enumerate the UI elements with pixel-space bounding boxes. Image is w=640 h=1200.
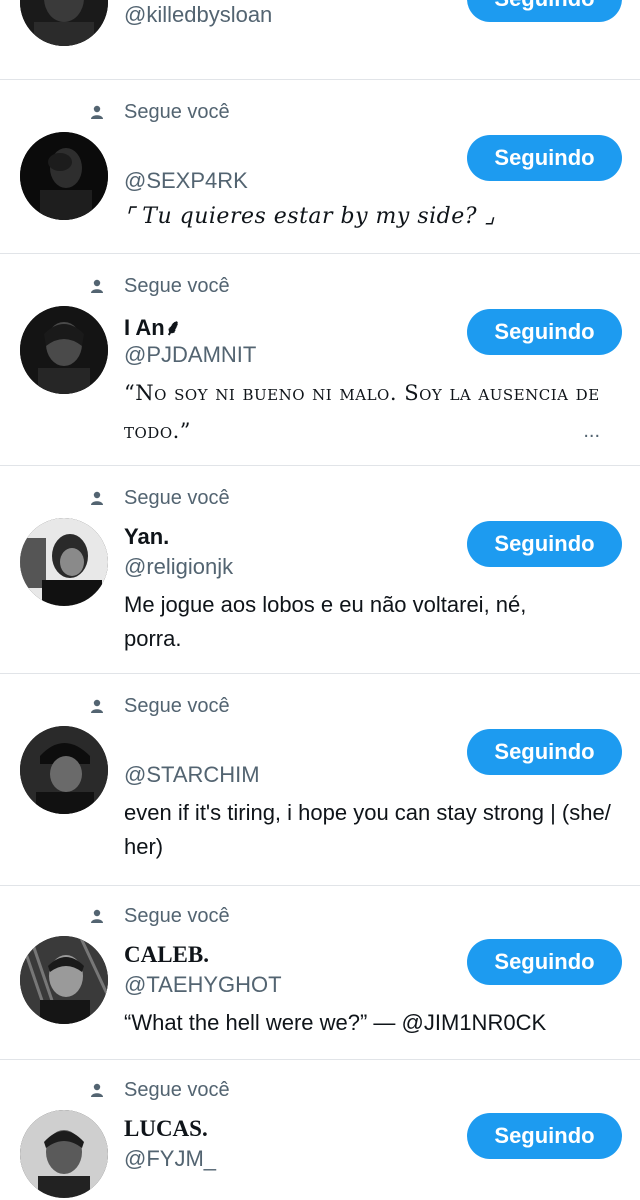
user-card-starchim[interactable]: Segue você @STARCHIM even if it's tiring… (0, 674, 640, 886)
follows-you-row: Segue você (90, 692, 230, 720)
user-bio: ⌜ Tu quieres estar by my side? ⌟ (124, 204, 496, 229)
avatar[interactable] (20, 306, 108, 394)
follows-you-row: Segue você (90, 1076, 230, 1104)
user-display-name: I An⸙ (124, 315, 182, 340)
user-card-taehyghot[interactable]: Segue você CALEB. @TAEHYGHOT “What the h… (0, 886, 640, 1060)
user-bio: Me jogue aos lobos e eu não voltarei, né… (124, 592, 527, 651)
avatar[interactable] (20, 0, 108, 46)
following-list: @killedbysloan Seguindo Segue você @SEXP… (0, 0, 640, 1200)
user-handle: @TAEHYGHOT (124, 972, 282, 997)
follows-you-label: Segue você (124, 100, 230, 123)
follows-you-row: Segue você (90, 272, 230, 300)
follows-you-label: Segue você (124, 694, 230, 717)
user-handle: @STARCHIM (124, 762, 260, 787)
follows-you-row: Segue você (90, 98, 230, 126)
user-handle: @killedbysloan (124, 2, 273, 27)
follows-you-label: Segue você (124, 486, 230, 509)
bio-more-ellipsis[interactable]: ... (583, 420, 600, 443)
following-button[interactable]: Seguindo (467, 1113, 622, 1159)
user-handle: @SEXP4RK (124, 168, 248, 193)
person-icon (90, 909, 104, 923)
follows-you-label: Segue você (124, 904, 230, 927)
person-icon (90, 105, 104, 119)
user-display-name: CALEB. (124, 942, 209, 967)
follows-you-label: Segue você (124, 274, 230, 297)
following-button[interactable]: Seguindo (467, 309, 622, 355)
follows-you-row: Segue você (90, 484, 230, 512)
user-handle: @PJDAMNIT (124, 342, 257, 367)
user-display-name: LUCAS. (124, 1116, 208, 1141)
avatar[interactable] (20, 132, 108, 220)
avatar[interactable] (20, 518, 108, 606)
person-icon (90, 279, 104, 293)
following-button[interactable]: Seguindo (467, 729, 622, 775)
user-display-name: Yan. (124, 524, 170, 549)
user-bio: even if it's tiring, i hope you can stay… (124, 800, 611, 859)
user-card-religionjk[interactable]: Segue você Yan. @religionjk Me jogue aos… (0, 466, 640, 674)
following-button[interactable]: Seguindo (467, 135, 622, 181)
follows-you-label: Segue você (124, 1078, 230, 1101)
user-card-fyjm[interactable]: Segue você LUCAS. @FYJM_ Seguindo (0, 1060, 640, 1200)
user-handle: @religionjk (124, 554, 234, 579)
following-button[interactable]: Seguindo (467, 939, 622, 985)
person-icon (90, 699, 104, 713)
person-icon (90, 491, 104, 505)
avatar[interactable] (20, 1110, 108, 1198)
user-bio: “What the hell were we?” — @JIM1NR0CK (124, 1010, 547, 1035)
user-card-sexp4rk[interactable]: Segue você @SEXP4RK ⌜ Tu quieres estar b… (0, 80, 640, 254)
user-card-killedbysloan[interactable]: @killedbysloan Seguindo (0, 0, 640, 80)
person-icon (90, 1083, 104, 1097)
user-bio: “No soy ni bueno ni malo. Soy la ausenci… (124, 381, 600, 443)
following-button[interactable]: Seguindo (467, 521, 622, 567)
user-card-pjdamnit[interactable]: Segue você I An⸙ @PJDAMNIT “No soy ni bu… (0, 254, 640, 466)
avatar[interactable] (20, 936, 108, 1024)
user-handle: @FYJM_ (124, 1146, 217, 1171)
avatar[interactable] (20, 726, 108, 814)
follows-you-row: Segue você (90, 902, 230, 930)
following-button[interactable]: Seguindo (467, 0, 622, 22)
